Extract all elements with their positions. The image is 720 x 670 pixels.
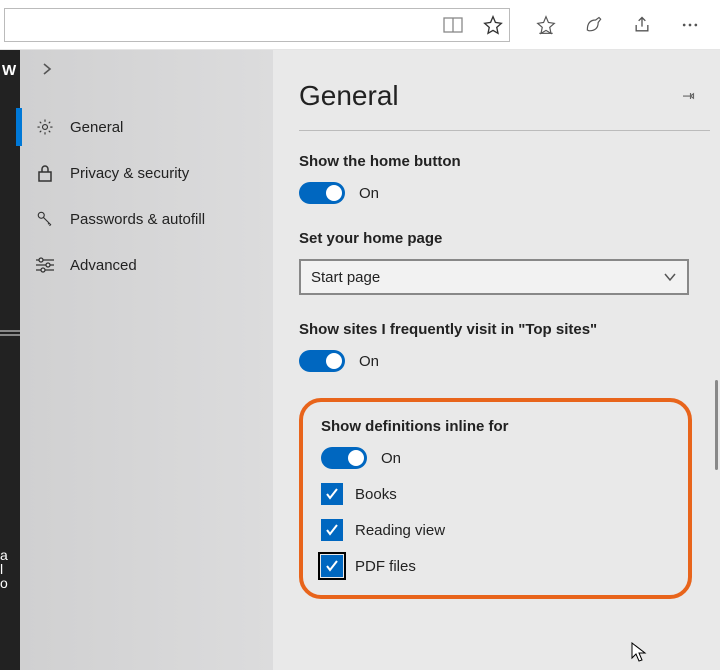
share-button[interactable] <box>620 1 664 49</box>
sidebar-item-label: Privacy & security <box>70 165 189 182</box>
checkbox-checked-icon <box>321 483 343 505</box>
checkbox-label: Reading view <box>355 522 445 539</box>
browser-toolbar <box>0 0 720 50</box>
settings-sidebar: General Privacy & security Passwords & a… <box>20 50 273 670</box>
favorite-star-icon[interactable] <box>483 15 503 35</box>
setting-label: Show definitions inline for <box>321 418 670 435</box>
sidebar-item-label: Advanced <box>70 257 137 274</box>
checkbox-row-books[interactable]: Books <box>321 483 670 505</box>
setting-label: Set your home page <box>299 230 710 247</box>
chevron-down-icon <box>663 270 677 284</box>
reading-view-icon[interactable] <box>443 17 463 33</box>
sidebar-item-passwords[interactable]: Passwords & autofill <box>20 196 273 242</box>
sidebar-item-general[interactable]: General <box>20 104 273 150</box>
content-area: W alo General Privacy & security <box>0 50 720 670</box>
scrollbar-thumb[interactable] <box>715 380 718 470</box>
setting-label: Show the home button <box>299 153 710 170</box>
collapse-sidebar-button[interactable] <box>40 62 54 76</box>
more-button[interactable] <box>668 1 712 49</box>
checkbox-row-pdf-files[interactable]: PDF files <box>321 555 670 577</box>
checkbox-checked-icon <box>321 555 343 577</box>
checkbox-checked-icon <box>321 519 343 541</box>
toggle-state-text: On <box>359 353 379 370</box>
home-page-dropdown[interactable]: Start page <box>299 259 689 295</box>
toolbar-actions <box>516 1 720 49</box>
key-icon <box>36 209 54 229</box>
sidebar-item-label: Passwords & autofill <box>70 211 205 228</box>
divider <box>299 130 710 131</box>
setting-label: Show sites I frequently visit in "Top si… <box>299 321 710 338</box>
top-sites-toggle[interactable] <box>299 350 345 372</box>
definitions-toggle[interactable] <box>321 447 367 469</box>
sliders-icon <box>36 257 54 273</box>
notes-button[interactable] <box>572 1 616 49</box>
sidebar-item-advanced[interactable]: Advanced <box>20 242 273 288</box>
dropdown-value: Start page <box>311 269 380 286</box>
checkbox-row-reading-view[interactable]: Reading view <box>321 519 670 541</box>
highlighted-section: Show definitions inline for On Books Rea… <box>299 398 692 599</box>
toggle-state-text: On <box>381 450 401 467</box>
lock-icon <box>36 164 54 182</box>
pin-pane-button[interactable] <box>680 87 698 105</box>
home-button-toggle[interactable] <box>299 182 345 204</box>
favorites-button[interactable] <box>524 1 568 49</box>
setting-top-sites: Show sites I frequently visit in "Top si… <box>299 321 720 372</box>
settings-panel: General Show the home button On Set your… <box>273 50 720 670</box>
page-title: General <box>299 80 399 112</box>
sidebar-item-label: General <box>70 119 123 136</box>
sidebar-item-privacy[interactable]: Privacy & security <box>20 150 273 196</box>
setting-home-page: Set your home page Start page <box>299 230 720 295</box>
address-bar[interactable] <box>4 8 510 42</box>
checkbox-label: Books <box>355 486 397 503</box>
setting-home-button: Show the home button On <box>299 153 720 204</box>
cursor-icon <box>631 642 647 662</box>
checkbox-label: PDF files <box>355 558 416 575</box>
gear-icon <box>36 118 54 136</box>
toggle-state-text: On <box>359 185 379 202</box>
